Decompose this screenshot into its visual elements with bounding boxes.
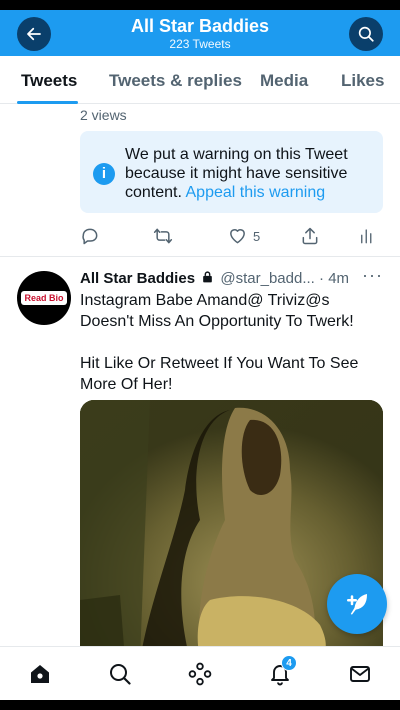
analytics-button[interactable]: [358, 225, 376, 247]
lock-icon: [203, 271, 213, 283]
appeal-warning-link[interactable]: Appeal this warning: [186, 184, 326, 201]
active-tab-indicator: [17, 101, 78, 104]
compose-feather-icon: [347, 594, 367, 615]
search-icon: [110, 664, 131, 685]
tweet-timestamp[interactable]: 4m: [328, 270, 349, 287]
avatar-badge-text: Read Bio: [21, 291, 67, 305]
tweet-actions: 5: [0, 225, 400, 249]
tweet-divider: [0, 256, 400, 257]
retweet-icon: [153, 228, 173, 244]
page-title: All Star Baddies: [130, 16, 270, 36]
screen: All Star Baddies 223 Tweets Tweets Tweet…: [0, 0, 400, 710]
reply-icon: [82, 228, 98, 245]
tweet-text-line: Instagram Babe Amand@ Triviz@s Doesn't M…: [80, 292, 354, 330]
compose-tweet-button[interactable]: [327, 574, 387, 634]
arrow-left-icon: [27, 27, 41, 41]
heart-icon: [230, 229, 245, 244]
nav-home[interactable]: [26, 660, 54, 688]
notification-badge: 4: [281, 655, 297, 671]
nav-search[interactable]: [106, 660, 134, 688]
tab-tweets-replies[interactable]: Tweets & replies: [109, 71, 242, 91]
status-bar: [0, 0, 400, 10]
tab-likes[interactable]: Likes: [341, 71, 384, 91]
sensitive-content-warning: i We put a warning on this Tweet because…: [80, 131, 383, 213]
tweet-count: 223 Tweets: [169, 37, 231, 51]
tweet-text-line: Hit Like Or Retweet If You Want To See M…: [80, 355, 359, 393]
share-button[interactable]: [300, 225, 320, 247]
reply-button[interactable]: [80, 225, 100, 247]
like-button[interactable]: 5: [227, 225, 260, 247]
retweet-button[interactable]: [152, 225, 174, 247]
tab-media[interactable]: Media: [260, 71, 308, 91]
nav-spaces[interactable]: [186, 660, 214, 688]
like-count: 5: [253, 228, 261, 244]
bottom-navigation: 4: [0, 646, 400, 700]
spaces-icon: [188, 662, 212, 686]
warning-message: We put a warning on this Tweet because i…: [125, 145, 375, 202]
tab-tweets[interactable]: Tweets: [21, 71, 77, 91]
profile-tabs: Tweets Tweets & replies Media Likes: [0, 56, 400, 104]
mail-icon: [350, 666, 370, 682]
info-icon: i: [93, 163, 115, 185]
analytics-icon: [361, 229, 372, 244]
profile-title-block: All Star Baddies 223 Tweets: [80, 15, 320, 51]
nav-notifications[interactable]: 4: [266, 655, 297, 688]
search-button[interactable]: [349, 17, 383, 51]
avatar[interactable]: Read Bio: [17, 271, 71, 325]
tweet-text: Instagram Babe Amand@ Triviz@s Doesn't M…: [80, 290, 385, 395]
tweet-header: All Star Baddies @star_badd... · 4m ···: [80, 265, 385, 289]
author-name[interactable]: All Star Baddies: [80, 270, 195, 287]
author-handle[interactable]: @star_badd...: [220, 270, 314, 287]
top-bar: All Star Baddies 223 Tweets: [0, 10, 400, 56]
nav-messages[interactable]: [346, 660, 374, 688]
search-icon: [358, 26, 374, 42]
share-icon: [302, 227, 318, 245]
more-options-button[interactable]: ···: [362, 265, 383, 285]
separator-dot: ·: [319, 270, 325, 287]
view-count: 2 views: [80, 107, 127, 123]
home-icon: [31, 665, 49, 683]
system-nav-bar: [0, 700, 400, 710]
back-button[interactable]: [17, 17, 51, 51]
